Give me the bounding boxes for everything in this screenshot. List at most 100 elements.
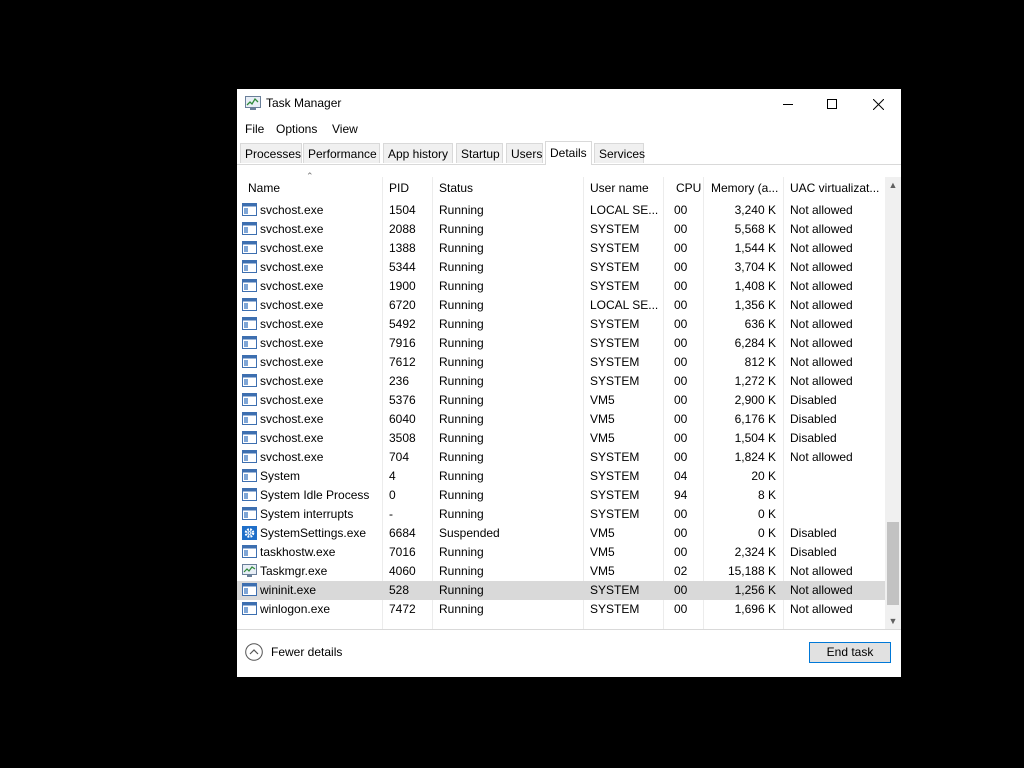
cell-memory: 636 K [744, 317, 776, 331]
cell-uac: Not allowed [790, 317, 853, 331]
fewer-details-link[interactable]: Fewer details [271, 645, 342, 659]
cell-memory: 1,272 K [734, 374, 776, 388]
vertical-scrollbar[interactable]: ▲ ▼ [885, 177, 901, 629]
cell-cpu: 00 [674, 374, 688, 388]
process-window-icon [242, 317, 257, 330]
cell-memory: 812 K [744, 355, 776, 369]
column-cpu[interactable]: CPU [676, 177, 701, 199]
cell-uac: Not allowed [790, 279, 853, 293]
table-row[interactable]: svchost.exe 2088 Running SYSTEM 00 5,568 K Not… [237, 220, 885, 239]
table-row[interactable]: svchost.exe 6040 Running VM5 00 6,176 K Disabl… [237, 410, 885, 429]
scrollbar-thumb[interactable] [887, 522, 899, 605]
table-row[interactable]: System 4 Running SYSTEM 04 20 K [237, 467, 885, 486]
footer: Fewer details End task [237, 630, 901, 677]
cell-name: winlogon.exe [260, 602, 331, 616]
table-row[interactable]: winlogon.exe 7472 Running SYSTEM 00 1,696 K No… [237, 600, 885, 619]
process-window-icon [242, 222, 257, 235]
minimize-icon [783, 104, 793, 105]
cell-uac: Not allowed [790, 450, 853, 464]
cell-memory: 1,544 K [734, 241, 776, 255]
cell-status: Running [439, 260, 484, 274]
process-window-icon [242, 450, 257, 463]
cell-user: SYSTEM [590, 488, 640, 502]
table-row[interactable]: svchost.exe 1900 Running SYSTEM 00 1,408 K Not… [237, 277, 885, 296]
tab-services[interactable]: Services [594, 143, 645, 163]
table-row[interactable]: svchost.exe 7916 Running SYSTEM 00 6,284 K Not… [237, 334, 885, 353]
table-row[interactable]: svchost.exe 1388 Running SYSTEM 00 1,544 K Not… [237, 239, 885, 258]
cell-memory: 1,504 K [734, 431, 776, 445]
column-status[interactable]: Status [439, 177, 579, 199]
cell-name: svchost.exe [260, 393, 324, 407]
tab-users[interactable]: Users [506, 143, 543, 163]
tab-startup[interactable]: Startup [456, 143, 503, 163]
cell-cpu: 00 [674, 279, 688, 293]
cell-user: VM5 [590, 545, 615, 559]
table-row[interactable]: svchost.exe 7612 Running SYSTEM 00 812 K Not a… [237, 353, 885, 372]
tab-processes[interactable]: Processes [240, 143, 302, 163]
cell-memory: 6,284 K [734, 336, 776, 350]
cell-uac [790, 467, 882, 486]
table-row[interactable]: System Idle Process 0 Running SYSTEM 94 8 K [237, 486, 885, 505]
cell-pid: 7016 [389, 545, 416, 559]
cell-status: Suspended [439, 526, 500, 540]
menu-options[interactable]: Options [276, 122, 317, 136]
table-row[interactable]: svchost.exe 3508 Running VM5 00 1,504 K Disabl… [237, 429, 885, 448]
scroll-up-icon[interactable]: ▲ [885, 177, 901, 193]
table-row[interactable]: svchost.exe 1504 Running LOCAL SE... 00 3,240… [237, 201, 885, 220]
cell-memory: 20 K [751, 469, 776, 483]
table-row[interactable]: wininit.exe 528 Running SYSTEM 00 1,256 K Not … [237, 581, 885, 600]
cell-uac [790, 486, 882, 505]
table-row[interactable]: svchost.exe 5344 Running SYSTEM 00 3,704 K Not… [237, 258, 885, 277]
cell-uac: Disabled [790, 393, 837, 407]
table-row[interactable]: Taskmgr.exe 4060 Running VM5 02 15,188 K Not a… [237, 562, 885, 581]
menu-view[interactable]: View [332, 122, 358, 136]
column-pid[interactable]: PID [389, 177, 429, 199]
close-button[interactable] [855, 89, 901, 119]
table-row[interactable]: taskhostw.exe 7016 Running VM5 00 2,324 K Disa… [237, 543, 885, 562]
scroll-down-icon[interactable]: ▼ [885, 613, 901, 629]
title-bar[interactable]: Task Manager [237, 89, 901, 119]
cell-cpu: 00 [674, 260, 688, 274]
chevron-up-icon[interactable] [245, 643, 263, 661]
column-name[interactable]: Name [248, 177, 378, 199]
cell-pid: 6684 [389, 526, 416, 540]
cell-pid: 5344 [389, 260, 416, 274]
tab-performance[interactable]: Performance [303, 143, 380, 163]
cell-uac: Not allowed [790, 336, 853, 350]
process-window-icon [242, 260, 257, 273]
menu-file[interactable]: File [245, 122, 264, 136]
cell-status: Running [439, 374, 484, 388]
column-memory[interactable]: Memory (a... [711, 177, 781, 199]
cell-status: Running [439, 545, 484, 559]
column-uac-virtualization[interactable]: UAC virtualizat... [790, 177, 882, 199]
cell-status: Running [439, 203, 484, 217]
cell-user: LOCAL SE... [590, 298, 659, 312]
maximize-button[interactable] [809, 89, 855, 119]
tab-app-history[interactable]: App history [383, 143, 453, 163]
cell-name: svchost.exe [260, 412, 324, 426]
minimize-button[interactable] [765, 89, 811, 119]
table-row[interactable]: svchost.exe 704 Running SYSTEM 00 1,824 K Not … [237, 448, 885, 467]
cell-cpu: 00 [674, 507, 688, 521]
table-row[interactable]: SystemSettings.exe 6684 Suspended VM5 00 0 K D… [237, 524, 885, 543]
table-row[interactable]: svchost.exe 5376 Running VM5 00 2,900 K Disabl… [237, 391, 885, 410]
cell-cpu: 02 [674, 564, 688, 578]
cell-user: VM5 [590, 412, 615, 426]
cell-user: SYSTEM [590, 583, 640, 597]
table-row[interactable]: svchost.exe 236 Running SYSTEM 00 1,272 K Not … [237, 372, 885, 391]
cell-pid: 4 [389, 469, 396, 483]
cell-name: Taskmgr.exe [260, 564, 328, 578]
table-row[interactable]: svchost.exe 6720 Running LOCAL SE... 00 1,356… [237, 296, 885, 315]
column-header-row: ⌃ Name PID Status User name CPU Memory (… [237, 171, 885, 199]
cell-memory: 3,704 K [734, 260, 776, 274]
cell-status: Running [439, 412, 484, 426]
process-window-icon [242, 241, 257, 254]
cell-status: Running [439, 336, 484, 350]
column-user-name[interactable]: User name [590, 177, 660, 199]
tab-details[interactable]: Details [545, 141, 592, 165]
end-task-button[interactable]: End task [809, 642, 891, 663]
cell-status: Running [439, 393, 484, 407]
table-row[interactable]: svchost.exe 5492 Running SYSTEM 00 636 K Not a… [237, 315, 885, 334]
table-row[interactable]: System interrupts - Running SYSTEM 00 0 K [237, 505, 885, 524]
cell-status: Running [439, 431, 484, 445]
